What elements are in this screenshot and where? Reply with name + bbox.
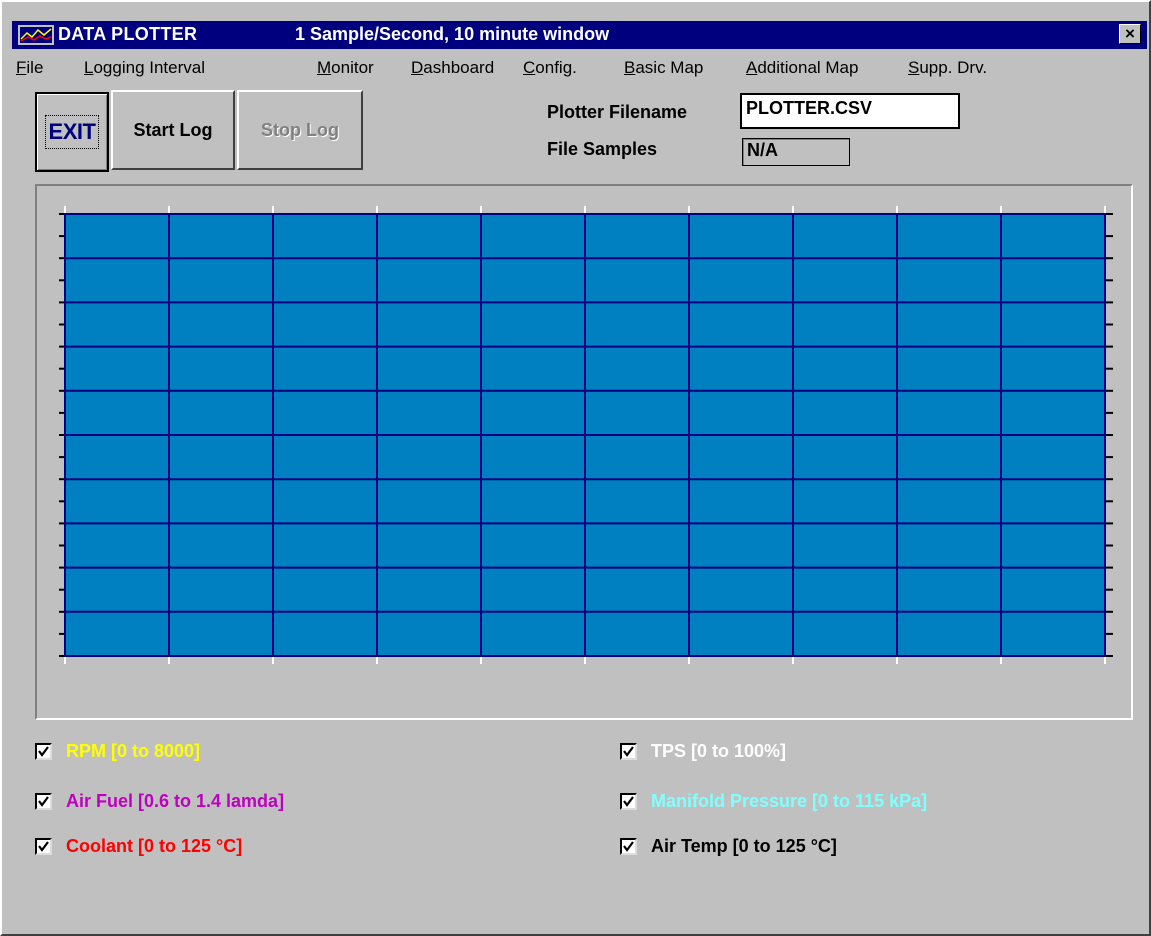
app-chart-icon	[18, 25, 54, 45]
air-temp-checkbox[interactable]	[620, 837, 637, 855]
close-button[interactable]: ×	[1119, 24, 1141, 44]
legend-manifold-pressure[interactable]: Manifold Pressure [0 to 115 kPa]	[620, 789, 927, 813]
plot-area	[59, 206, 1113, 664]
checkmark-icon	[623, 745, 634, 757]
file-samples-value: N/A	[742, 138, 850, 166]
close-icon: ×	[1125, 24, 1135, 43]
plotter-filename-label: Plotter Filename	[547, 102, 688, 122]
coolant-label: Coolant [0 to 125 °C]	[66, 835, 243, 856]
menu-dashboard[interactable]: Dashboard	[411, 58, 494, 78]
window-title: DATA PLOTTER	[58, 24, 198, 44]
exit-button-label: EXIT	[44, 115, 100, 149]
air-fuel-checkbox[interactable]	[35, 792, 52, 810]
plotter-filename-field[interactable]: PLOTTER.CSV	[740, 93, 960, 129]
manifold-pressure-label: Manifold Pressure [0 to 115 kPa]	[651, 790, 928, 811]
tps-checkbox[interactable]	[620, 742, 637, 760]
legend-tps[interactable]: TPS [0 to 100%]	[620, 739, 786, 763]
legend-air-temp[interactable]: Air Temp [0 to 125 °C]	[620, 834, 837, 858]
manifold-pressure-checkbox[interactable]	[620, 792, 637, 810]
rpm-label: RPM [0 to 8000]	[66, 740, 201, 761]
rpm-checkbox[interactable]	[35, 742, 52, 760]
file-samples-label: File Samples	[547, 139, 658, 159]
air-temp-label: Air Temp [0 to 125 °C]	[651, 835, 837, 856]
window-subtitle: 1 Sample/Second, 10 minute window	[295, 24, 610, 44]
coolant-checkbox[interactable]	[35, 837, 52, 855]
legend-coolant[interactable]: Coolant [0 to 125 °C]	[35, 834, 242, 858]
checkmark-icon	[38, 840, 49, 852]
menu-file[interactable]: File	[16, 58, 43, 78]
checkmark-icon	[38, 745, 49, 757]
tps-label: TPS [0 to 100%]	[651, 740, 787, 761]
start-log-button[interactable]: Start Log	[111, 90, 235, 170]
checkmark-icon	[623, 840, 634, 852]
legend-air-fuel[interactable]: Air Fuel [0.6 to 1.4 lamda]	[35, 789, 284, 813]
title-bar[interactable]: DATA PLOTTER 1 Sample/Second, 10 minute …	[12, 21, 1147, 49]
exit-button[interactable]: EXIT	[35, 92, 109, 172]
stop-log-button[interactable]: Stop Log	[237, 90, 363, 170]
stop-log-label: Stop Log	[261, 119, 339, 140]
menu-logging-interval[interactable]: Logging Interval	[84, 58, 205, 78]
legend-rpm[interactable]: RPM [0 to 8000]	[35, 739, 200, 763]
menu-config[interactable]: Config.	[523, 58, 577, 78]
menu-supp-drv[interactable]: Supp. Drv.	[908, 58, 987, 78]
menu-additional-map[interactable]: Additional Map	[746, 58, 858, 78]
start-log-label: Start Log	[133, 119, 213, 140]
checkmark-icon	[38, 795, 49, 807]
checkmark-icon	[623, 795, 634, 807]
plot-frame	[35, 184, 1133, 720]
menu-basic-map[interactable]: Basic Map	[624, 58, 703, 78]
data-plotter-window: DATA PLOTTER 1 Sample/Second, 10 minute …	[0, 0, 1151, 936]
air-fuel-label: Air Fuel [0.6 to 1.4 lamda]	[66, 790, 285, 811]
menu-bar: File Logging Interval Monitor Dashboard …	[16, 58, 1136, 84]
menu-monitor[interactable]: Monitor	[317, 58, 374, 78]
